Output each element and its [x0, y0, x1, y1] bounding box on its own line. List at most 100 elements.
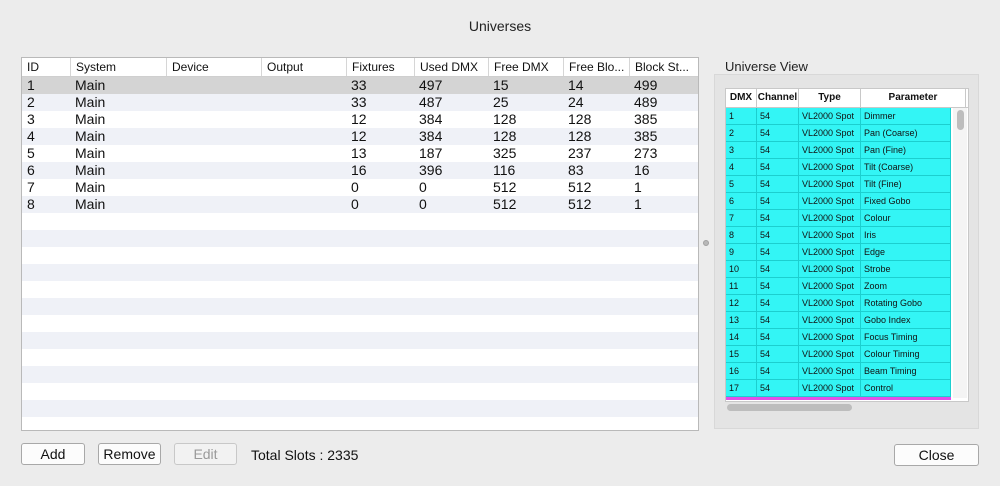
- column-header-id[interactable]: ID: [22, 58, 70, 76]
- cell-device: [166, 145, 261, 162]
- view-cell-parameter: Zoom: [861, 278, 951, 294]
- cell-block-start: 273: [634, 145, 658, 161]
- view-row[interactable]: 7 54 VL2000 Spot Colour: [726, 210, 951, 227]
- view-cell-dmx: 5: [726, 176, 757, 192]
- view-cell-channel: 54: [757, 210, 799, 226]
- cell-output: [261, 111, 346, 128]
- view-row[interactable]: 13 54 VL2000 Spot Gobo Index: [726, 312, 951, 329]
- column-header-output[interactable]: Output: [261, 58, 346, 76]
- view-row[interactable]: 16 54 VL2000 Spot Beam Timing: [726, 363, 951, 380]
- view-cell-parameter: Rotating Gobo: [861, 295, 951, 311]
- view-row[interactable]: 17 54 VL2000 Spot Control: [726, 380, 951, 397]
- view-cell-type: VL2000 Spot: [799, 193, 861, 209]
- view-row[interactable]: 8 54 VL2000 Spot Iris: [726, 227, 951, 244]
- splitter-handle[interactable]: [703, 240, 709, 246]
- view-cell-type: VL2000 Spot: [799, 142, 861, 158]
- view-row[interactable]: 2 54 VL2000 Spot Pan (Coarse): [726, 125, 951, 142]
- view-cell-dmx: 1: [726, 108, 757, 124]
- cell-free-blocks: 24: [568, 94, 584, 110]
- view-cell-parameter: Control: [861, 380, 951, 396]
- edit-button[interactable]: Edit: [174, 443, 237, 465]
- column-header-used-dmx[interactable]: Used DMX: [414, 58, 488, 76]
- view-cell-channel: 54: [757, 295, 799, 311]
- cell-fixtures: 12: [351, 128, 367, 144]
- universe-view-table[interactable]: DMX Channel Type Parameter 1 54 VL2000 Spo…: [725, 88, 969, 402]
- view-cell-dmx: 10: [726, 261, 757, 277]
- view-cell-dmx: 4: [726, 159, 757, 175]
- close-button[interactable]: Close: [894, 444, 979, 466]
- view-cell-type: VL2000 Spot: [799, 312, 861, 328]
- view-header-dmx[interactable]: DMX: [726, 89, 757, 107]
- view-row[interactable]: 15 54 VL2000 Spot Colour Timing: [726, 346, 951, 363]
- column-header-fixtures[interactable]: Fixtures: [346, 58, 414, 76]
- view-header-type[interactable]: Type: [799, 89, 861, 107]
- table-row[interactable]: 1 Main 33 497 15 14 499: [22, 77, 698, 94]
- cell-free-blocks: 128: [568, 128, 592, 144]
- cell-output: [261, 128, 346, 145]
- cell-fixtures: 0: [351, 179, 359, 195]
- empty-row: [22, 332, 698, 349]
- view-cell-channel: 54: [757, 142, 799, 158]
- cell-device: [166, 111, 261, 128]
- table-row[interactable]: 6 Main 16 396 116 83 16: [22, 162, 698, 179]
- empty-row: [22, 247, 698, 264]
- cell-id: 7: [27, 179, 35, 195]
- view-row[interactable]: 12 54 VL2000 Spot Rotating Gobo: [726, 295, 951, 312]
- column-header-free-blocks[interactable]: Free Blo...: [563, 58, 629, 76]
- cell-system: Main: [75, 145, 106, 161]
- table-row[interactable]: 5 Main 13 187 325 237 273: [22, 145, 698, 162]
- empty-row: [22, 213, 698, 230]
- column-header-block-start[interactable]: Block St...: [629, 58, 698, 76]
- view-cell-dmx: 3: [726, 142, 757, 158]
- vertical-scrollbar-track[interactable]: [953, 108, 967, 398]
- empty-row: [22, 315, 698, 332]
- cell-free-blocks: 128: [568, 111, 592, 127]
- cell-output: [261, 196, 346, 213]
- view-row[interactable]: 9 54 VL2000 Spot Edge: [726, 244, 951, 261]
- column-header-system[interactable]: System: [70, 58, 166, 76]
- universe-view-label: Universe View: [725, 59, 808, 74]
- empty-row: [22, 230, 698, 247]
- view-row[interactable]: 4 54 VL2000 Spot Tilt (Coarse): [726, 159, 951, 176]
- cell-free-dmx: 512: [493, 179, 517, 195]
- cell-used-dmx: 396: [419, 162, 443, 178]
- add-button[interactable]: Add: [21, 443, 85, 465]
- view-cell-parameter: Tilt (Coarse): [861, 159, 951, 175]
- cell-fixtures: 33: [351, 94, 367, 110]
- table-row[interactable]: 2 Main 33 487 25 24 489: [22, 94, 698, 111]
- view-row[interactable]: 5 54 VL2000 Spot Tilt (Fine): [726, 176, 951, 193]
- view-row[interactable]: 6 54 VL2000 Spot Fixed Gobo: [726, 193, 951, 210]
- table-row[interactable]: 3 Main 12 384 128 128 385: [22, 111, 698, 128]
- view-row[interactable]: 1 54 VL2000 Spot Dimmer: [726, 108, 951, 125]
- cell-system: Main: [75, 196, 106, 212]
- view-header-channel[interactable]: Channel: [757, 89, 799, 107]
- view-cell-type: VL2000 Spot: [799, 346, 861, 362]
- view-row[interactable]: 14 54 VL2000 Spot Focus Timing: [726, 329, 951, 346]
- table-row[interactable]: 4 Main 12 384 128 128 385: [22, 128, 698, 145]
- view-cell-dmx: 16: [726, 363, 757, 379]
- horizontal-scrollbar-thumb[interactable]: [727, 404, 852, 411]
- universes-table[interactable]: ID System Device Output Fixtures Used DM…: [21, 57, 699, 431]
- view-row[interactable]: 3 54 VL2000 Spot Pan (Fine): [726, 142, 951, 159]
- table-row[interactable]: 7 Main 0 0 512 512 1: [22, 179, 698, 196]
- cell-free-dmx: 512: [493, 196, 517, 212]
- cell-id: 5: [27, 145, 35, 161]
- table-row[interactable]: 8 Main 0 0 512 512 1: [22, 196, 698, 213]
- view-cell-type: VL2000 Spot: [799, 278, 861, 294]
- cell-system: Main: [75, 179, 106, 195]
- empty-row: [22, 349, 698, 366]
- view-row[interactable]: 11 54 VL2000 Spot Zoom: [726, 278, 951, 295]
- view-row[interactable]: 10 54 VL2000 Spot Strobe: [726, 261, 951, 278]
- column-header-free-dmx[interactable]: Free DMX: [488, 58, 563, 76]
- remove-button[interactable]: Remove: [98, 443, 161, 465]
- view-cell-parameter: Iris: [861, 227, 951, 243]
- column-header-device[interactable]: Device: [166, 58, 261, 76]
- view-cell-type: VL2000 Spot: [799, 261, 861, 277]
- cell-output: [261, 145, 346, 162]
- cell-output: [261, 162, 346, 179]
- vertical-scrollbar-thumb[interactable]: [957, 110, 964, 130]
- cell-block-start: 489: [634, 94, 658, 110]
- cell-output: [261, 179, 346, 196]
- view-cell-type: VL2000 Spot: [799, 159, 861, 175]
- view-header-parameter[interactable]: Parameter: [861, 89, 966, 107]
